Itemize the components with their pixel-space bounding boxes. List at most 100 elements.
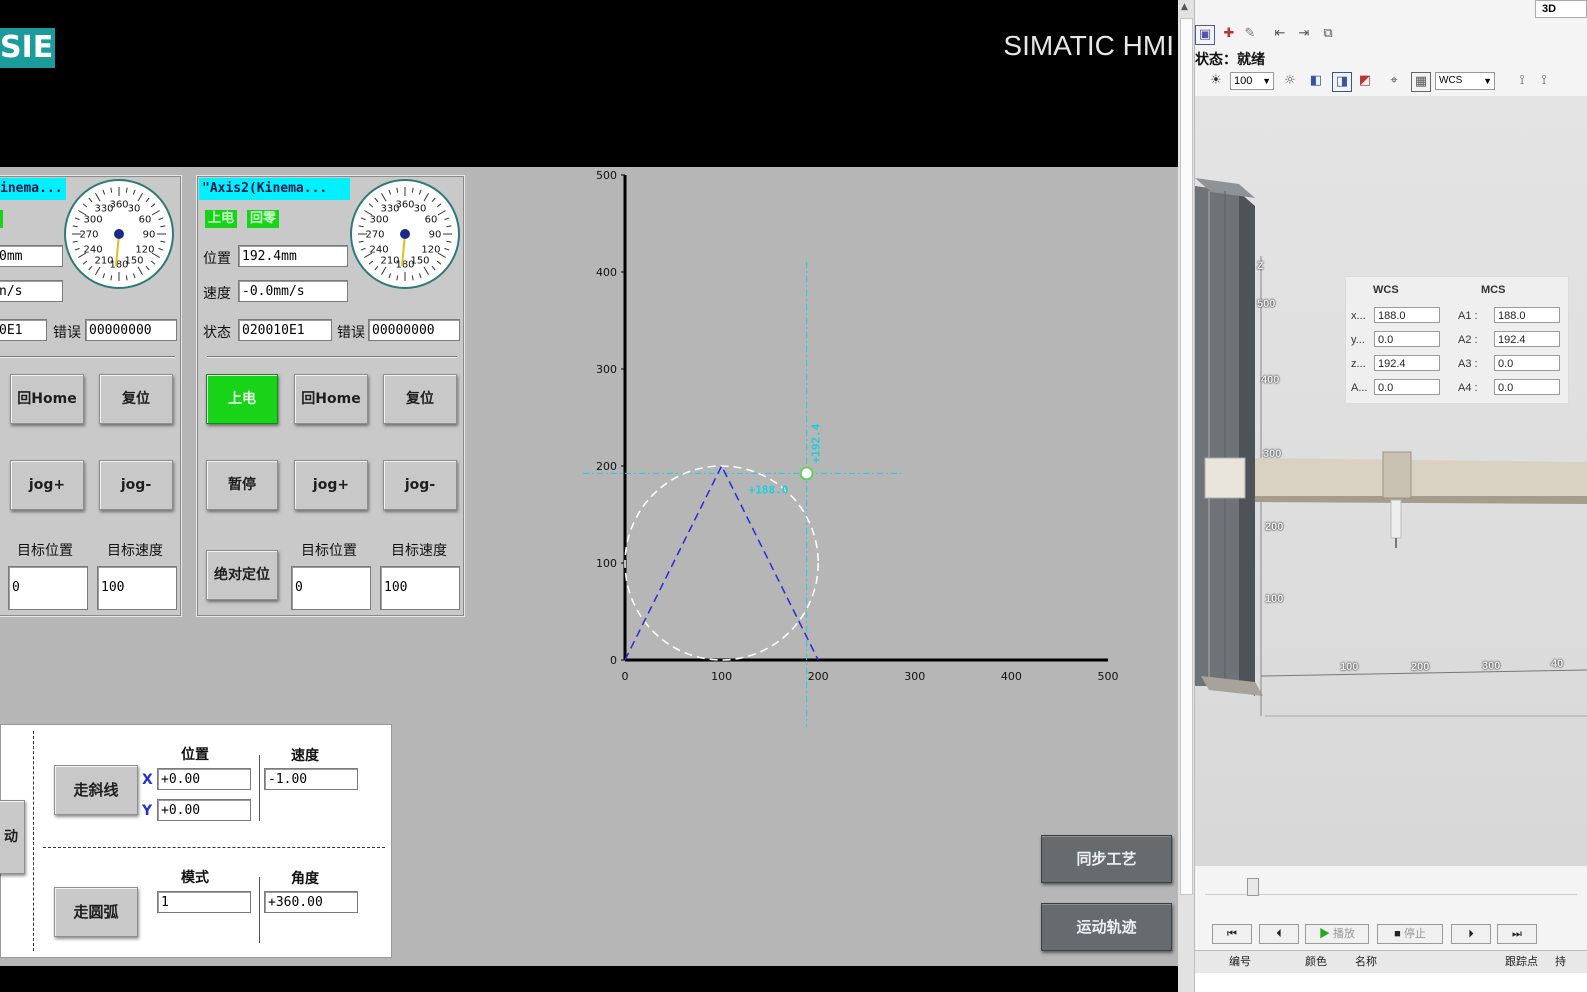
toolbar-trace-icon[interactable]: ◩ [1356, 72, 1374, 90]
timeline-slider-thumb[interactable] [1247, 878, 1259, 896]
reference-circle [624, 465, 819, 661]
toolbar-back-icon[interactable]: ⇤ [1271, 25, 1289, 43]
sync-technology-button[interactable]: 同步工艺 [1041, 835, 1172, 883]
mcs-a4-label: A4 : [1458, 382, 1478, 394]
axis2-status-field: 020010E1 [238, 319, 332, 341]
axis1-jog-plus-button[interactable]: jog+ [10, 460, 84, 510]
coord-system-select[interactable]: WCS ▼ [1435, 72, 1495, 90]
wcs-z-value: 192.4 [1374, 355, 1440, 371]
hmi-header: SIEMENS SIMATIC HMI [0, 0, 1178, 167]
toolbar-axes-icon[interactable]: ⟟ [1513, 72, 1531, 90]
col-more[interactable]: 持 [1555, 951, 1566, 973]
col-color[interactable]: 颜色 [1305, 951, 1327, 973]
play-button[interactable]: ▶ 播放 [1305, 924, 1369, 944]
arc-move-button[interactable]: 走圆弧 [54, 887, 138, 937]
axis2-target-speed-input[interactable]: 100 [380, 566, 460, 610]
play-icon: ▶ [1318, 928, 1330, 940]
toolbar-move-icon[interactable]: ◧ [1307, 72, 1325, 90]
axis2-jog-minus-button[interactable]: jog- [383, 460, 457, 510]
horizontal-divider [43, 847, 385, 848]
line-x-input[interactable]: +0.00 [157, 768, 251, 790]
toolbar-forward-icon[interactable]: ⇥ [1295, 25, 1313, 43]
line-speed-input[interactable]: -1.00 [264, 768, 358, 790]
axis2-target-pos-input[interactable]: 0 [291, 566, 371, 610]
toolbar-grid-icon[interactable]: ▦ [1411, 72, 1431, 92]
scroll-up-arrow-icon[interactable]: ▲ [1181, 2, 1188, 12]
wcs-a-label: A... [1351, 382, 1368, 394]
gauge-label: 360 [395, 200, 414, 211]
axis2-absolute-position-button[interactable]: 绝对定位 [206, 550, 278, 600]
window-scrollbar[interactable]: ▲ [1178, 0, 1195, 992]
axis2-position-label: 位置 [203, 251, 231, 267]
gauge-label: 360 [109, 200, 128, 211]
3d-z-tick-500: 500 [1257, 298, 1276, 310]
gauge-label: 120 [135, 245, 154, 256]
axis1-target-pos-input[interactable]: 0 [8, 566, 88, 610]
line-move-button[interactable]: 走斜线 [54, 765, 138, 815]
toolbar-view-icon[interactable]: ▣ [1195, 25, 1215, 45]
toolbar-camera-icon[interactable]: ⌖ [1385, 72, 1403, 90]
axis2-home-button[interactable]: 回Home [294, 374, 368, 424]
axis2-jog-plus-button[interactable]: jog+ [294, 460, 368, 510]
toolbar-export-icon[interactable]: ⧉ [1319, 25, 1337, 43]
gauge-label: 270 [365, 230, 384, 241]
3d-viewport[interactable]: Z 500 400 300 200 100 100 200 300 40 WCS… [1195, 96, 1587, 866]
line-y-input[interactable]: +0.00 [157, 799, 251, 821]
timeline-slider[interactable] [1205, 876, 1577, 896]
axis1-home-button[interactable]: 回Home [10, 374, 84, 424]
3d-z-tick-100: 100 [1265, 593, 1284, 605]
col-number[interactable]: 编号 [1229, 951, 1251, 973]
col-name[interactable]: 名称 [1355, 951, 1377, 973]
axis2-power-lamp: 上电 [205, 210, 238, 228]
axis2-panel: "Axis2(Kinema... 上电 回零 330 360 30 300 60 270 9… [196, 175, 465, 617]
x-tick-label: 400 [1001, 670, 1022, 683]
x-tick-label: 300 [904, 670, 925, 683]
col-trace[interactable]: 跟踪点 [1505, 951, 1538, 973]
arc-mode-label: 模式 [181, 870, 209, 886]
axis1-reset-button[interactable]: 复位 [99, 374, 173, 424]
cursor-point [799, 466, 814, 481]
stop-button[interactable]: ■ 停止 [1377, 924, 1443, 944]
axis2-name: "Axis2(Kinema... [199, 178, 350, 200]
toolbar-select-icon[interactable]: ◨ [1332, 72, 1352, 92]
3d-x-tick-40: 40 [1551, 658, 1564, 670]
toolbar-add-icon[interactable]: ✚ [1220, 25, 1238, 43]
axis1-status-field: 0E1 [0, 319, 47, 341]
toolbar-light-icon[interactable]: ☀ [1207, 72, 1225, 90]
mcs-a3-value: 0.0 [1494, 355, 1560, 371]
step-forward-icon[interactable]: ⏵ [1451, 924, 1491, 944]
axis1-jog-minus-button[interactable]: jog- [99, 460, 173, 510]
y-tick-label: 500 [596, 169, 617, 182]
skip-first-icon[interactable]: ⏮ [1212, 924, 1252, 944]
axis2-pause-button[interactable]: 暂停 [206, 460, 278, 510]
trajectory-line [624, 464, 819, 661]
axis1-target-pos-label: 目标位置 [17, 543, 73, 559]
y-tick-label: 200 [596, 460, 617, 473]
mcs-a2-value: 192.4 [1494, 331, 1560, 347]
axis2-reset-button[interactable]: 复位 [383, 374, 457, 424]
motion-trajectory-button[interactable]: 运动轨迹 [1041, 903, 1172, 951]
skip-last-icon[interactable]: ⏭ [1497, 924, 1537, 944]
stop-label: 停止 [1403, 928, 1426, 940]
arc-mode-input[interactable]: 1 [157, 891, 251, 913]
toolbar-edit-icon[interactable]: ✎ [1241, 25, 1259, 43]
toolbar-brightness-icon[interactable]: ☼ [1281, 72, 1299, 90]
step-back-icon[interactable]: ⏴ [1259, 924, 1299, 944]
3d-z-tick-300: 300 [1263, 448, 1282, 460]
axis2-power-button[interactable]: 上电 [206, 374, 278, 424]
tia-3d-window: ▲ 3D ▣ ✚ ✎ ⇤ ⇥ ⧉ 状态：就绪 ☀ 100 ▼ ☼ ◧ ◨ ◩ ⌖… [1178, 0, 1587, 992]
x-tick-label: 100 [711, 670, 732, 683]
siemens-logo: SIEMENS [0, 28, 55, 68]
wcs-y-label: y... [1351, 334, 1365, 346]
axis1-target-speed-input[interactable]: 100 [97, 566, 177, 610]
toolbar-axes2-icon[interactable]: ⟟ [1535, 72, 1553, 90]
scroll-thumb[interactable] [1180, 18, 1193, 895]
vertical-divider-mid-bottom [259, 877, 260, 943]
3d-x-tick-300: 300 [1482, 660, 1501, 672]
axis2-position-field: 192.4mm [238, 245, 348, 267]
vertical-divider-left [33, 731, 34, 951]
top-tab[interactable]: 3D [1535, 0, 1587, 18]
arc-angle-input[interactable]: +360.00 [264, 891, 358, 913]
motion-left-button[interactable]: 动 [0, 800, 25, 874]
zoom-select[interactable]: 100 ▼ [1230, 72, 1274, 90]
